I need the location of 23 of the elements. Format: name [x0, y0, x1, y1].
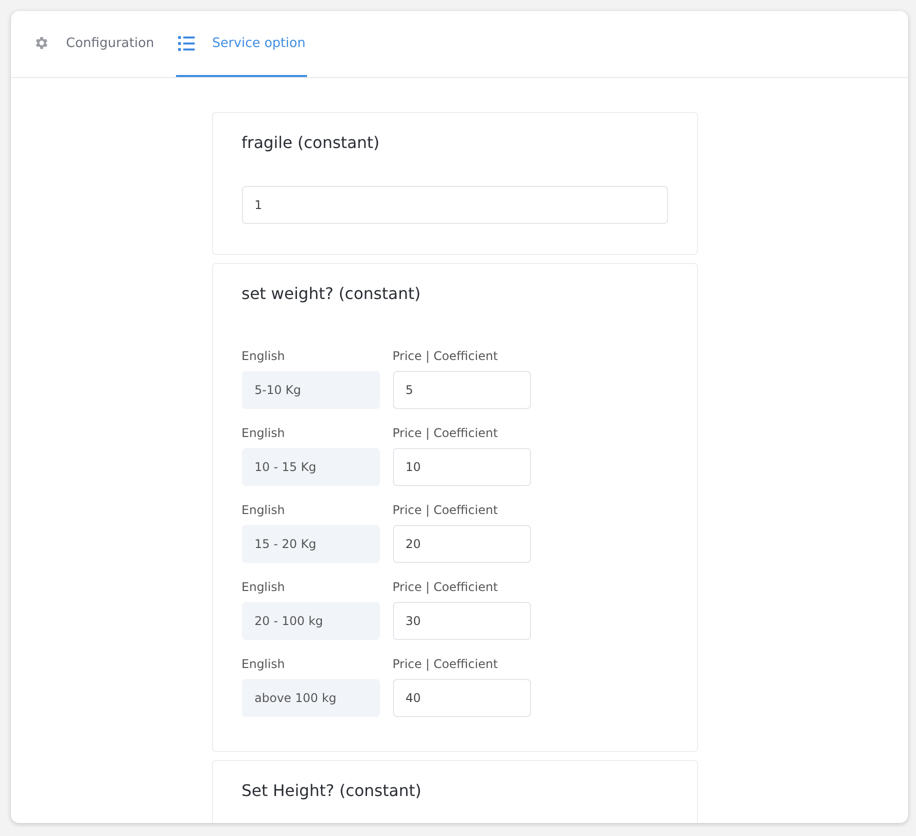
card-title: fragile (constant): [242, 133, 381, 152]
settings-icon: [33, 35, 49, 51]
field-label: English: [242, 349, 286, 363]
list-icon: [178, 36, 196, 50]
field-label: Price | Coefficient: [392, 349, 499, 363]
input-field[interactable]: 30: [392, 602, 530, 640]
field-label: Price | Coefficient: [392, 426, 499, 440]
field-label: English: [242, 426, 286, 440]
input-field[interactable]: 20: [392, 525, 530, 563]
input-field[interactable]: 1: [242, 186, 668, 224]
field-label: Price | Coefficient: [392, 503, 499, 517]
input-field[interactable]: 40: [392, 679, 530, 717]
field-label: English: [242, 580, 286, 594]
tab[interactable]: Configuration: [31, 11, 156, 77]
field-label: Price | Coefficient: [392, 657, 499, 671]
field-label: Price | Coefficient: [392, 580, 499, 594]
field-label: English: [242, 503, 286, 517]
tab[interactable]: Service option: [176, 11, 308, 77]
card-title: set weight? (constant): [242, 284, 422, 303]
input-field[interactable]: 5: [392, 371, 530, 409]
card-title: Set Height? (constant): [242, 781, 422, 800]
input-field[interactable]: 10: [392, 448, 530, 486]
field-label: English: [242, 657, 286, 671]
